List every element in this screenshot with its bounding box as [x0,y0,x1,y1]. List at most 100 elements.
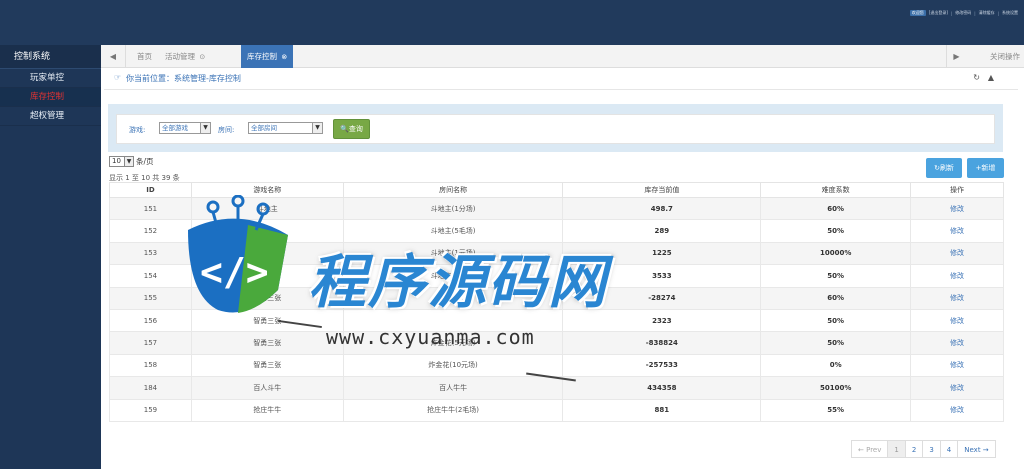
edit-link[interactable]: 修改 [910,308,1004,333]
tab-bar: ◀ 首页 活动管理 ⊙ 库存控制 ⊗ ▶ 关闭操作 [101,45,1024,68]
edit-link[interactable]: 修改 [910,286,1004,310]
sidebar-item-player-control[interactable]: 玩家单控 [0,69,101,88]
column-header-game[interactable]: 游戏名称 [190,182,344,198]
cell-difficulty: 50% [760,264,912,288]
table-row: 156 智勇三张 2323 50% 修改 [109,308,1004,333]
cell-game: 斗地主 [190,196,344,221]
welcome-text: 欢迎您 [909,10,926,16]
cell-id: 158 [109,353,192,378]
separator: | [950,10,953,16]
settings-link[interactable]: 系统设置 [1002,10,1018,16]
cell-room: 斗地主(1元场) [342,241,564,266]
prev-page-button[interactable]: ← Prev [851,440,889,458]
cell-game [190,264,344,288]
cell-id: 156 [109,308,192,333]
cell-id: 154 [109,264,192,288]
cell-id: 151 [109,196,192,221]
page-button-3[interactable]: 3 [922,440,941,458]
game-select[interactable]: 全部游戏 ▼ [159,122,211,134]
tab-stock-control[interactable]: 库存控制 ⊗ [241,45,294,68]
table-row: 184 百人斗牛 百人牛牛 434358 50100% 修改 [109,376,1004,400]
cell-room: 斗地主(1分场) [342,196,564,221]
tab-prev-icon[interactable]: ◀ [101,45,126,68]
page-button-2[interactable]: 2 [904,440,924,458]
cell-difficulty: 60% [760,286,912,310]
column-header-id[interactable]: ID [109,182,192,198]
page-button-4[interactable]: 4 [939,440,959,458]
cell-room [342,308,564,333]
close-icon[interactable]: ⊗ [281,53,287,61]
cell-stock: 498.7 [562,196,762,221]
column-header-action: 操作 [910,182,1004,198]
query-button-label: 查询 [348,125,363,133]
tab-next-icon[interactable]: ▶ [946,45,966,68]
cell-room: 抢庄牛牛(2毛场) [342,398,564,422]
change-password-link[interactable]: 修改密码 [955,10,971,16]
refresh-button-label: 刷新 [939,164,954,172]
cell-difficulty: 50% [760,308,912,333]
query-button[interactable]: 🔍查询 [333,119,370,139]
cell-stock: -838824 [562,331,762,355]
cell-game: 智勇三张 [190,353,344,378]
edit-link[interactable]: 修改 [910,353,1004,378]
filter-panel: 游戏: 全部游戏 ▼ 房间: 全部房间 ▼ 🔍查询 [108,104,1003,152]
page-size-select[interactable]: 10 ▼ [109,156,134,167]
cell-stock: -257533 [562,353,762,378]
clear-cache-link[interactable]: 清除缓存 [979,10,995,16]
cell-id: 184 [109,376,192,400]
top-bar: 欢迎您 [退出登录] | 修改密码 | 清除缓存 | 系统设置 [0,0,1024,45]
main-content: ☞ 你当前位置：系统管理-库存控制 ↻ ▲ 游戏: 全部游戏 ▼ 房间: 全部房… [104,68,1018,469]
tab-activity[interactable]: 活动管理 ⊙ [159,45,211,68]
sidebar-title[interactable]: 控制系统 [0,45,101,69]
logout-link[interactable]: [退出登录] [929,10,948,16]
cell-difficulty: 50100% [760,376,912,400]
tab-label: 活动管理 [165,52,195,61]
room-select-value: 全部房间 [251,124,277,132]
next-page-button[interactable]: Next → [957,440,996,458]
page-size-control: 10 ▼ 条/页 [109,156,154,167]
cell-difficulty: 10000% [760,241,912,266]
page-size-suffix: 条/页 [136,157,154,166]
edit-link[interactable]: 修改 [910,241,1004,266]
cell-game [190,241,344,266]
cell-id: 152 [109,219,192,243]
sidebar-item-super-admin[interactable]: 超权管理 [0,107,101,126]
cell-room: 炸金花(10元场) [342,353,564,378]
close-icon[interactable]: ⊙ [199,53,205,61]
add-button[interactable]: +新增 [967,158,1004,178]
edit-link[interactable]: 修改 [910,264,1004,288]
top-links: 欢迎您 [退出登录] | 修改密码 | 清除缓存 | 系统设置 [909,10,1018,16]
edit-link[interactable]: 修改 [910,219,1004,243]
table-row: 159 抢庄牛牛 抢庄牛牛(2毛场) 881 55% 修改 [109,398,1004,422]
column-header-stock[interactable]: 库存当前值 [562,182,762,198]
room-select[interactable]: 全部房间 ▼ [248,122,323,134]
close-operations-button[interactable]: 关闭操作 [990,45,1020,68]
reload-icon[interactable]: ↻ [973,73,980,82]
cell-game: 智勇三张 [190,286,344,310]
page-button-1[interactable]: 1 [887,440,906,458]
column-header-room[interactable]: 房间名称 [342,182,564,198]
tab-home[interactable]: 首页 [131,45,158,68]
refresh-button[interactable]: ↻刷新 [926,158,962,178]
edit-link[interactable]: 修改 [910,196,1004,221]
edit-link[interactable]: 修改 [910,376,1004,400]
page-size-value: 10 [112,157,121,165]
cell-game [190,219,344,243]
table-row: 153 斗地主(1元场) 1225 10000% 修改 [109,241,1004,266]
chevron-down-icon: ▼ [200,123,210,133]
chevron-up-icon[interactable]: ▲ [988,73,994,82]
chevron-down-icon: ▼ [124,157,133,166]
cell-stock: -28274 [562,286,762,310]
sidebar-item-stock-control[interactable]: 库存控制 [0,88,101,107]
sidebar: 控制系统 玩家单控 库存控制 超权管理 [0,45,101,469]
cell-difficulty: 50% [760,219,912,243]
breadcrumb-text: 你当前位置：系统管理-库存控制 [126,74,241,83]
cell-id: 157 [109,331,192,355]
edit-link[interactable]: 修改 [910,331,1004,355]
column-header-difficulty[interactable]: 难度系数 [760,182,912,198]
edit-link[interactable]: 修改 [910,398,1004,422]
hand-pointer-icon: ☞ [114,73,122,82]
cell-difficulty: 55% [760,398,912,422]
cell-stock: 289 [562,219,762,243]
separator: | [974,10,976,16]
